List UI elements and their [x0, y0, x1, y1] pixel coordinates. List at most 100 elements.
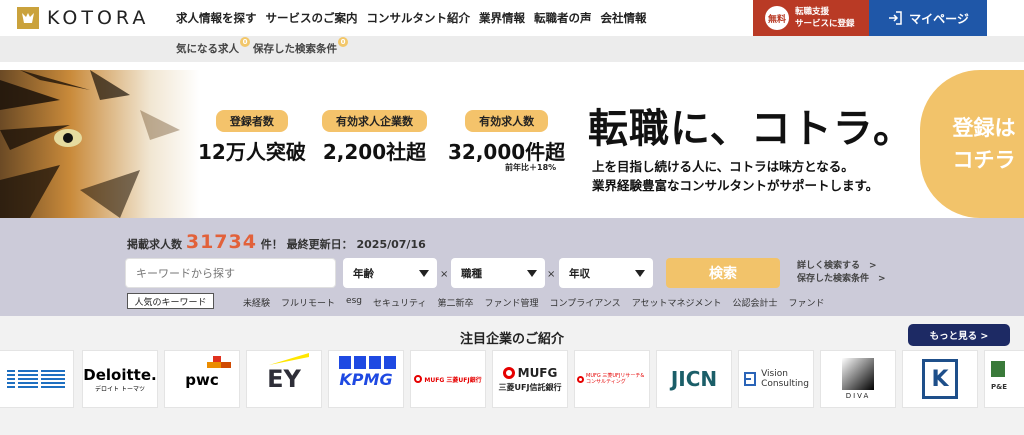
company-logo-pwc[interactable]: pwc — [164, 350, 240, 408]
age-select[interactable]: 年齢 — [343, 258, 437, 288]
nav-company[interactable]: 会社情報 — [601, 10, 647, 26]
vision-mark-icon — [744, 372, 757, 386]
keyword-search-input[interactable] — [125, 258, 336, 288]
keyword-tag[interactable]: フルリモート — [281, 296, 335, 309]
stat-value: 2,200社超 — [322, 140, 427, 164]
keyword-tag[interactable]: アセットマネジメント — [632, 296, 722, 309]
hero-subtext-line-2: 業界経験豊富なコンサルタントがサポートします。 — [592, 178, 879, 193]
company-logo-mufg-trust[interactable]: MUFG 三菱UFJ信託銀行 — [492, 350, 568, 408]
saved-search-conditions-link[interactable]: 保存した検索条件 > — [797, 273, 886, 286]
mufg-trust-wordmark: MUFG — [517, 365, 558, 380]
diva-wordmark: DIVA — [845, 392, 871, 400]
company-logo-ibm[interactable] — [0, 350, 74, 408]
stat-label: 登録者数 — [215, 110, 288, 132]
salary-select-label: 年収 — [569, 267, 590, 280]
vision-logo: Vision Consulting — [743, 369, 809, 389]
featured-companies: 注目企業のご紹介 もっと見る > Deloitte. デロイト トーマツ pwc — [0, 316, 1024, 435]
logo-wordmark: KOTORA — [47, 7, 150, 29]
saved-count-badge: 0 — [338, 37, 348, 47]
see-more-button[interactable]: もっと見る > — [908, 324, 1010, 346]
company-logo-jicn[interactable]: JICN — [656, 350, 732, 408]
company-logo-kpmg[interactable]: KPMG — [328, 350, 404, 408]
keyword-tag[interactable]: ファンド — [789, 296, 825, 309]
saved-search-link[interactable]: 保存した検索条件 0 — [253, 37, 348, 56]
company-logo-mufg-bank[interactable]: MUFG 三菱UFJ銀行 — [410, 350, 486, 408]
nav-consultants[interactable]: コンサルタント紹介 — [367, 10, 471, 26]
search-links: 詳しく検索する > 保存した検索条件 > — [797, 260, 886, 286]
company-logo-deloitte[interactable]: Deloitte. デロイト トーマツ — [82, 350, 158, 408]
diva-logo: DIVA — [842, 358, 874, 400]
chevron-down-icon — [527, 270, 537, 277]
mypage-button[interactable]: マイページ — [869, 0, 987, 36]
company-logo-mufg-research[interactable]: MUFG 三菱UFJリサーチ&コンサルティング — [574, 350, 650, 408]
keyword-tag[interactable]: ファンド管理 — [484, 296, 538, 309]
hero-catchphrase: 転職に、コトラ。 — [588, 106, 914, 152]
keyword-tag[interactable]: 未経験 — [243, 296, 270, 309]
chevron-down-icon — [635, 270, 645, 277]
company-logo-pe[interactable]: P&E — [984, 350, 1024, 408]
keyword-tag[interactable]: 公認会計士 — [733, 296, 778, 309]
company-logo-vision[interactable]: Vision Consulting — [738, 350, 814, 408]
job-count-line: 掲載求人数 31734 件！ 最終更新日： 2025/07/16 — [127, 231, 426, 253]
keyword-tag[interactable]: セキュリティ — [373, 296, 426, 309]
company-logo-k[interactable]: K — [902, 350, 978, 408]
stat-label: 有効求人企業数 — [322, 110, 427, 132]
mufg-bank-logo: MUFG 三菱UFJ銀行 — [414, 375, 482, 384]
ibm-logo — [7, 370, 65, 388]
stat-growth-note: 前年比＋18% — [505, 163, 557, 172]
job-type-select-label: 職種 — [461, 267, 482, 280]
ey-wordmark: EY — [267, 365, 301, 393]
mufg-research-logo: MUFG 三菱UFJリサーチ&コンサルティング — [575, 373, 649, 385]
search-button[interactable]: 検索 — [666, 258, 780, 288]
pe-logo: P&E — [991, 361, 1007, 391]
stat-value: 12万人突破 — [198, 140, 306, 164]
pwc-logo: pwc — [185, 355, 232, 389]
job-search-panel: 掲載求人数 31734 件！ 最終更新日： 2025/07/16 年齢 × 職種… — [0, 218, 1024, 316]
pe-wordmark: P&E — [991, 383, 1008, 391]
keyword-tag[interactable]: コンプライアンス — [549, 296, 620, 309]
free-line-1: 転職支援 — [795, 7, 830, 17]
stat-label: 有効求人数 — [465, 110, 549, 132]
site-header: KOTORA 求人情報を探す サービスのご案内 コンサルタント紹介 業界情報 転… — [0, 0, 1024, 36]
company-logo-diva[interactable]: DIVA — [820, 350, 896, 408]
favorite-count-badge: 0 — [240, 37, 250, 47]
favorite-jobs-link[interactable]: 気になる求人 0 — [176, 37, 250, 56]
site-logo[interactable]: KOTORA — [17, 7, 149, 29]
vision-wordmark: Vision — [761, 369, 788, 379]
featured-title: 注目企業のご紹介 — [459, 332, 564, 347]
nav-industry[interactable]: 業界情報 — [479, 10, 525, 26]
keyword-tag[interactable]: 第二新卒 — [437, 296, 473, 309]
register-cta[interactable]: 登録は コチラ — [920, 70, 1024, 218]
nav-services[interactable]: サービスのご案内 — [266, 10, 358, 26]
nav-testimonials[interactable]: 転職者の声 — [534, 10, 592, 26]
mufg-mark-icon — [414, 375, 423, 383]
times-separator: × — [440, 269, 449, 280]
mufg-trust-logo: MUFG 三菱UFJ信託銀行 — [499, 366, 562, 393]
ey-logo: EY — [267, 353, 310, 393]
kpmg-wordmark: KPMG — [339, 369, 393, 389]
stat-companies: 有効求人企業数 2,200社超 — [322, 110, 427, 165]
sub-nav: 気になる求人 0 保存した検索条件 0 — [0, 36, 1024, 62]
age-select-label: 年齢 — [353, 267, 374, 280]
advanced-search-link[interactable]: 詳しく検索する > — [797, 260, 886, 273]
mufg-mark-icon — [577, 375, 584, 383]
pe-mark-icon — [991, 361, 1005, 377]
nav-job-search[interactable]: 求人情報を探す — [176, 10, 257, 26]
salary-select[interactable]: 年収 — [559, 258, 653, 288]
deloitte-subtext: デロイト トーマツ — [95, 385, 145, 393]
job-count-value: 31734 — [185, 231, 257, 253]
free-registration-button[interactable]: 無料 転職支援 サービスに登録 — [753, 0, 869, 36]
tiger-logo-icon — [17, 7, 39, 29]
company-logo-ey[interactable]: EY — [246, 350, 322, 408]
saved-search-label: 保存した検索条件 — [253, 43, 337, 55]
favorite-jobs-label: 気になる求人 — [176, 43, 239, 55]
free-line-2: サービスに登録 — [795, 19, 855, 29]
company-logo-carousel: Deloitte. デロイト トーマツ pwc EY KPMG MUFG 三菱U… — [0, 350, 1024, 408]
mufg-mark-icon — [502, 366, 515, 379]
job-type-select[interactable]: 職種 — [451, 258, 545, 288]
vision-subtext: Consulting — [761, 379, 809, 389]
diva-mark-icon — [842, 358, 874, 390]
keyword-tag[interactable]: esg — [346, 296, 362, 309]
hero-subtext-line-1: 上を目指し続ける人に、コトラは味方となる。 — [592, 159, 854, 174]
free-registration-label: 転職支援 サービスに登録 — [795, 6, 855, 30]
